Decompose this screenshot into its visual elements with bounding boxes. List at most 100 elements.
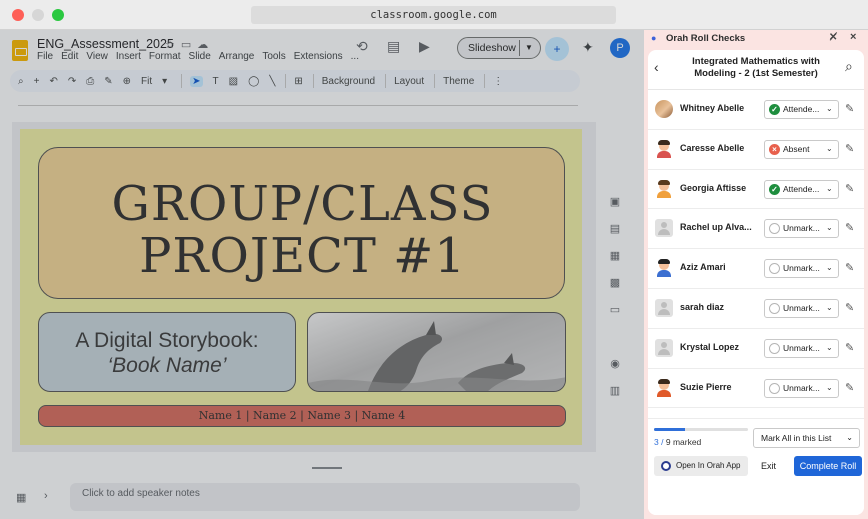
undo-icon[interactable]: ↶	[49, 76, 57, 87]
attendance-dropdown[interactable]: Unmark... ⌄	[764, 219, 839, 239]
paint-format-icon[interactable]: ✎	[104, 76, 112, 87]
student-avatar	[655, 298, 673, 317]
move-folder-icon[interactable]: ▭	[181, 39, 197, 51]
gemini-icon[interactable]: ✦	[582, 39, 594, 56]
complete-roll-button[interactable]: Complete Roll	[794, 456, 862, 476]
slide[interactable]: GROUP/CLASS PROJECT #1 A Digital Storybo…	[20, 129, 582, 445]
comments-icon[interactable]: ▤	[387, 38, 400, 55]
address-bar[interactable]: classroom.google.com	[251, 6, 616, 24]
line-icon[interactable]: ╲	[269, 76, 275, 87]
student-row: Caresse Abelle × Absent ⌄ ✎	[648, 130, 864, 170]
new-slide-icon[interactable]: +	[34, 76, 40, 87]
location-pin-icon: ●	[651, 33, 657, 43]
edit-icon[interactable]: ✎	[845, 381, 854, 394]
menu-slide[interactable]: Slide	[189, 51, 211, 62]
back-icon[interactable]: ‹	[654, 59, 659, 75]
addon-icon[interactable]: ▥	[607, 384, 623, 411]
student-name: Whitney Abelle	[680, 103, 745, 113]
menu-extensions[interactable]: Extensions	[294, 51, 343, 62]
student-row: Aziz Amari Unmark... ⌄ ✎	[648, 249, 864, 289]
expand-filmstrip-icon[interactable]: ›	[44, 490, 48, 502]
open-orah-button[interactable]: Open In Orah App	[654, 456, 748, 476]
grid-view-icon[interactable]: ▦	[16, 491, 26, 504]
exit-button[interactable]: Exit	[761, 456, 776, 476]
calendar-icon[interactable]: ▦	[607, 249, 623, 276]
slideshow-button[interactable]: Slideshow ▼	[457, 37, 541, 59]
slide-title-line2: PROJECT #1	[139, 228, 466, 284]
menu-edit[interactable]: Edit	[61, 51, 78, 62]
slides-logo-icon[interactable]	[12, 40, 28, 61]
orah-panel: ● Orah Roll Checks ✕̸ × ‹ Integrated Mat…	[644, 30, 868, 519]
attendance-dropdown[interactable]: ✓ Attende... ⌄	[764, 100, 839, 119]
mark-all-dropdown[interactable]: Mark All in this List ⌄	[753, 428, 860, 448]
attendance-dropdown[interactable]: Unmark... ⌄	[764, 378, 839, 398]
attendance-dropdown[interactable]: Unmark... ⌄	[764, 259, 839, 279]
tasks-icon[interactable]: ▤	[607, 222, 623, 249]
unpin-icon[interactable]: ✕̸	[829, 32, 837, 43]
star-icon[interactable]: ☆	[165, 39, 181, 51]
title-box[interactable]: GROUP/CLASS PROJECT #1	[38, 147, 565, 299]
student-avatar	[655, 259, 673, 278]
class-header: ‹ Integrated Mathematics with Modeling -…	[648, 50, 864, 90]
share-icon[interactable]: +	[545, 37, 569, 61]
subtitle-box[interactable]: A Digital Storybook: ‘Book Name’	[38, 312, 296, 392]
search-menus-icon[interactable]: ⌕	[18, 76, 24, 87]
names-bar[interactable]: Name 1 | Name 2 | Name 3 | Name 4	[38, 405, 566, 427]
search-icon[interactable]: ⌕	[845, 58, 853, 75]
edit-icon[interactable]: ✎	[845, 341, 854, 354]
shape-icon[interactable]: ◯	[248, 76, 259, 87]
background-button[interactable]: Background	[322, 76, 375, 87]
comment-icon[interactable]: ⊞	[294, 76, 302, 87]
progress-bar	[654, 428, 748, 431]
unmarked-icon	[769, 223, 780, 235]
select-tool-icon[interactable]: ➤	[190, 75, 203, 87]
close-icon[interactable]: ×	[850, 31, 856, 43]
minimize-window-button[interactable]	[32, 9, 44, 21]
menu-file[interactable]: File	[37, 51, 53, 62]
speaker-notes[interactable]: Click to add speaker notes	[70, 483, 580, 511]
image-icon[interactable]: ▧	[229, 76, 238, 87]
edit-icon[interactable]: ✎	[845, 142, 854, 155]
redo-icon[interactable]: ↷	[68, 76, 76, 87]
record-icon[interactable]: ◉	[607, 357, 623, 384]
slide-title[interactable]: GROUP/CLASS PROJECT #1	[39, 178, 566, 282]
attendance-dropdown[interactable]: Unmark... ⌄	[764, 338, 839, 358]
student-name: Caresse Abelle	[680, 142, 745, 153]
attendance-dropdown[interactable]: Unmark... ⌄	[764, 298, 839, 318]
contacts-icon[interactable]: ▩	[607, 276, 623, 303]
edit-icon[interactable]: ✎	[845, 102, 854, 115]
keep-icon[interactable]: ▣	[607, 195, 623, 222]
zoom-icon[interactable]: ⊕	[123, 76, 131, 87]
theme-button[interactable]: Theme	[443, 76, 474, 87]
chevron-down-icon[interactable]: ▼	[525, 38, 533, 58]
menu-format[interactable]: Format	[149, 51, 181, 62]
text-box-icon[interactable]: T	[213, 76, 219, 87]
cloud-status-icon[interactable]: ☁	[197, 39, 214, 51]
notes-resize-handle[interactable]	[312, 467, 342, 469]
document-title[interactable]: ENG_Assessment_2025	[37, 37, 174, 51]
zoom-select[interactable]: Fit	[141, 76, 152, 87]
close-window-button[interactable]	[12, 9, 24, 21]
menu-tools[interactable]: Tools	[262, 51, 285, 62]
dolphins-image[interactable]	[307, 312, 566, 392]
edit-icon[interactable]: ✎	[845, 301, 854, 314]
chevron-down-icon: ⌄	[846, 433, 853, 442]
more-options-icon[interactable]: ⋮	[493, 76, 503, 87]
menu-insert[interactable]: Insert	[116, 51, 141, 62]
menu-arrange[interactable]: Arrange	[219, 51, 255, 62]
meet-icon[interactable]: ▶	[419, 38, 430, 55]
subtitle-line2: ‘Book Name’	[107, 354, 227, 377]
profile-avatar[interactable]: P	[610, 38, 630, 58]
edit-icon[interactable]: ✎	[845, 221, 854, 234]
attendance-dropdown[interactable]: × Absent ⌄	[764, 139, 839, 159]
edit-icon[interactable]: ✎	[845, 261, 854, 274]
menu-view[interactable]: View	[86, 51, 108, 62]
drive-icon[interactable]: ▭	[607, 303, 623, 330]
zoom-chevron-icon[interactable]: ▾	[162, 76, 167, 87]
maximize-window-button[interactable]	[52, 9, 64, 21]
history-icon[interactable]: ⟲	[356, 38, 368, 55]
attendance-dropdown[interactable]: ✓ Attende... ⌄	[764, 179, 839, 199]
print-icon[interactable]: ⎙	[86, 76, 94, 87]
layout-button[interactable]: Layout	[394, 76, 424, 87]
edit-icon[interactable]: ✎	[845, 182, 854, 195]
